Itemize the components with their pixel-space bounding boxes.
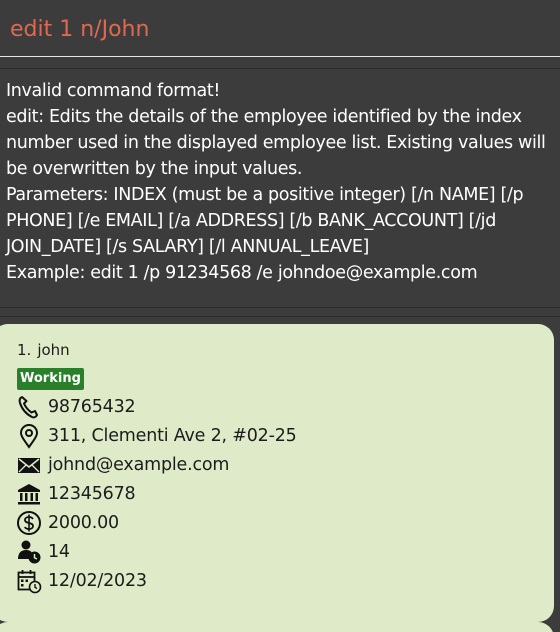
annual-leave-field: 14 [16,539,70,565]
command-box[interactable]: edit 1 n/John [0,0,560,57]
address-field: 311, Clementi Ave 2, #02-25 [16,423,297,449]
status-badge: Working [17,368,84,390]
employee-name: john [37,341,70,359]
bank-icon [16,481,42,507]
phone-icon [16,394,42,420]
phone-value: 98765432 [48,397,136,417]
employee-list[interactable]: 1. john Working 98765432 311, Clementi Av… [0,316,560,632]
email-value: johnd@example.com [48,455,230,475]
phone-field: 98765432 [16,394,136,420]
employee-card-header: 1. john [17,340,70,360]
salary-field: 2000.00 [16,510,119,536]
result-text: Invalid command format! edit: Edits the … [6,81,546,283]
employee-index: 1. [17,341,32,359]
join-date-field: 12/02/2023 [16,568,147,594]
calendar-clock-icon [16,568,42,594]
bank-account-value: 12345678 [48,484,136,504]
result-display: Invalid command format! edit: Edits the … [0,68,560,308]
person-clock-icon [16,539,42,565]
bank-account-field: 12345678 [16,481,136,507]
email-field: johnd@example.com [16,452,229,478]
command-input[interactable]: edit 1 n/John [10,14,550,46]
envelope-icon [16,452,42,478]
salary-value: 2000.00 [48,513,119,533]
employee-card[interactable]: 1. john Working 98765432 311, Clementi Av… [0,324,554,622]
location-pin-icon [16,423,42,449]
employee-card-next[interactable] [0,622,554,632]
address-value: 311, Clementi Ave 2, #02-25 [48,426,297,446]
join-date-value: 12/02/2023 [48,571,147,591]
annual-leave-value: 14 [48,542,70,562]
dollar-coin-icon [16,510,42,536]
